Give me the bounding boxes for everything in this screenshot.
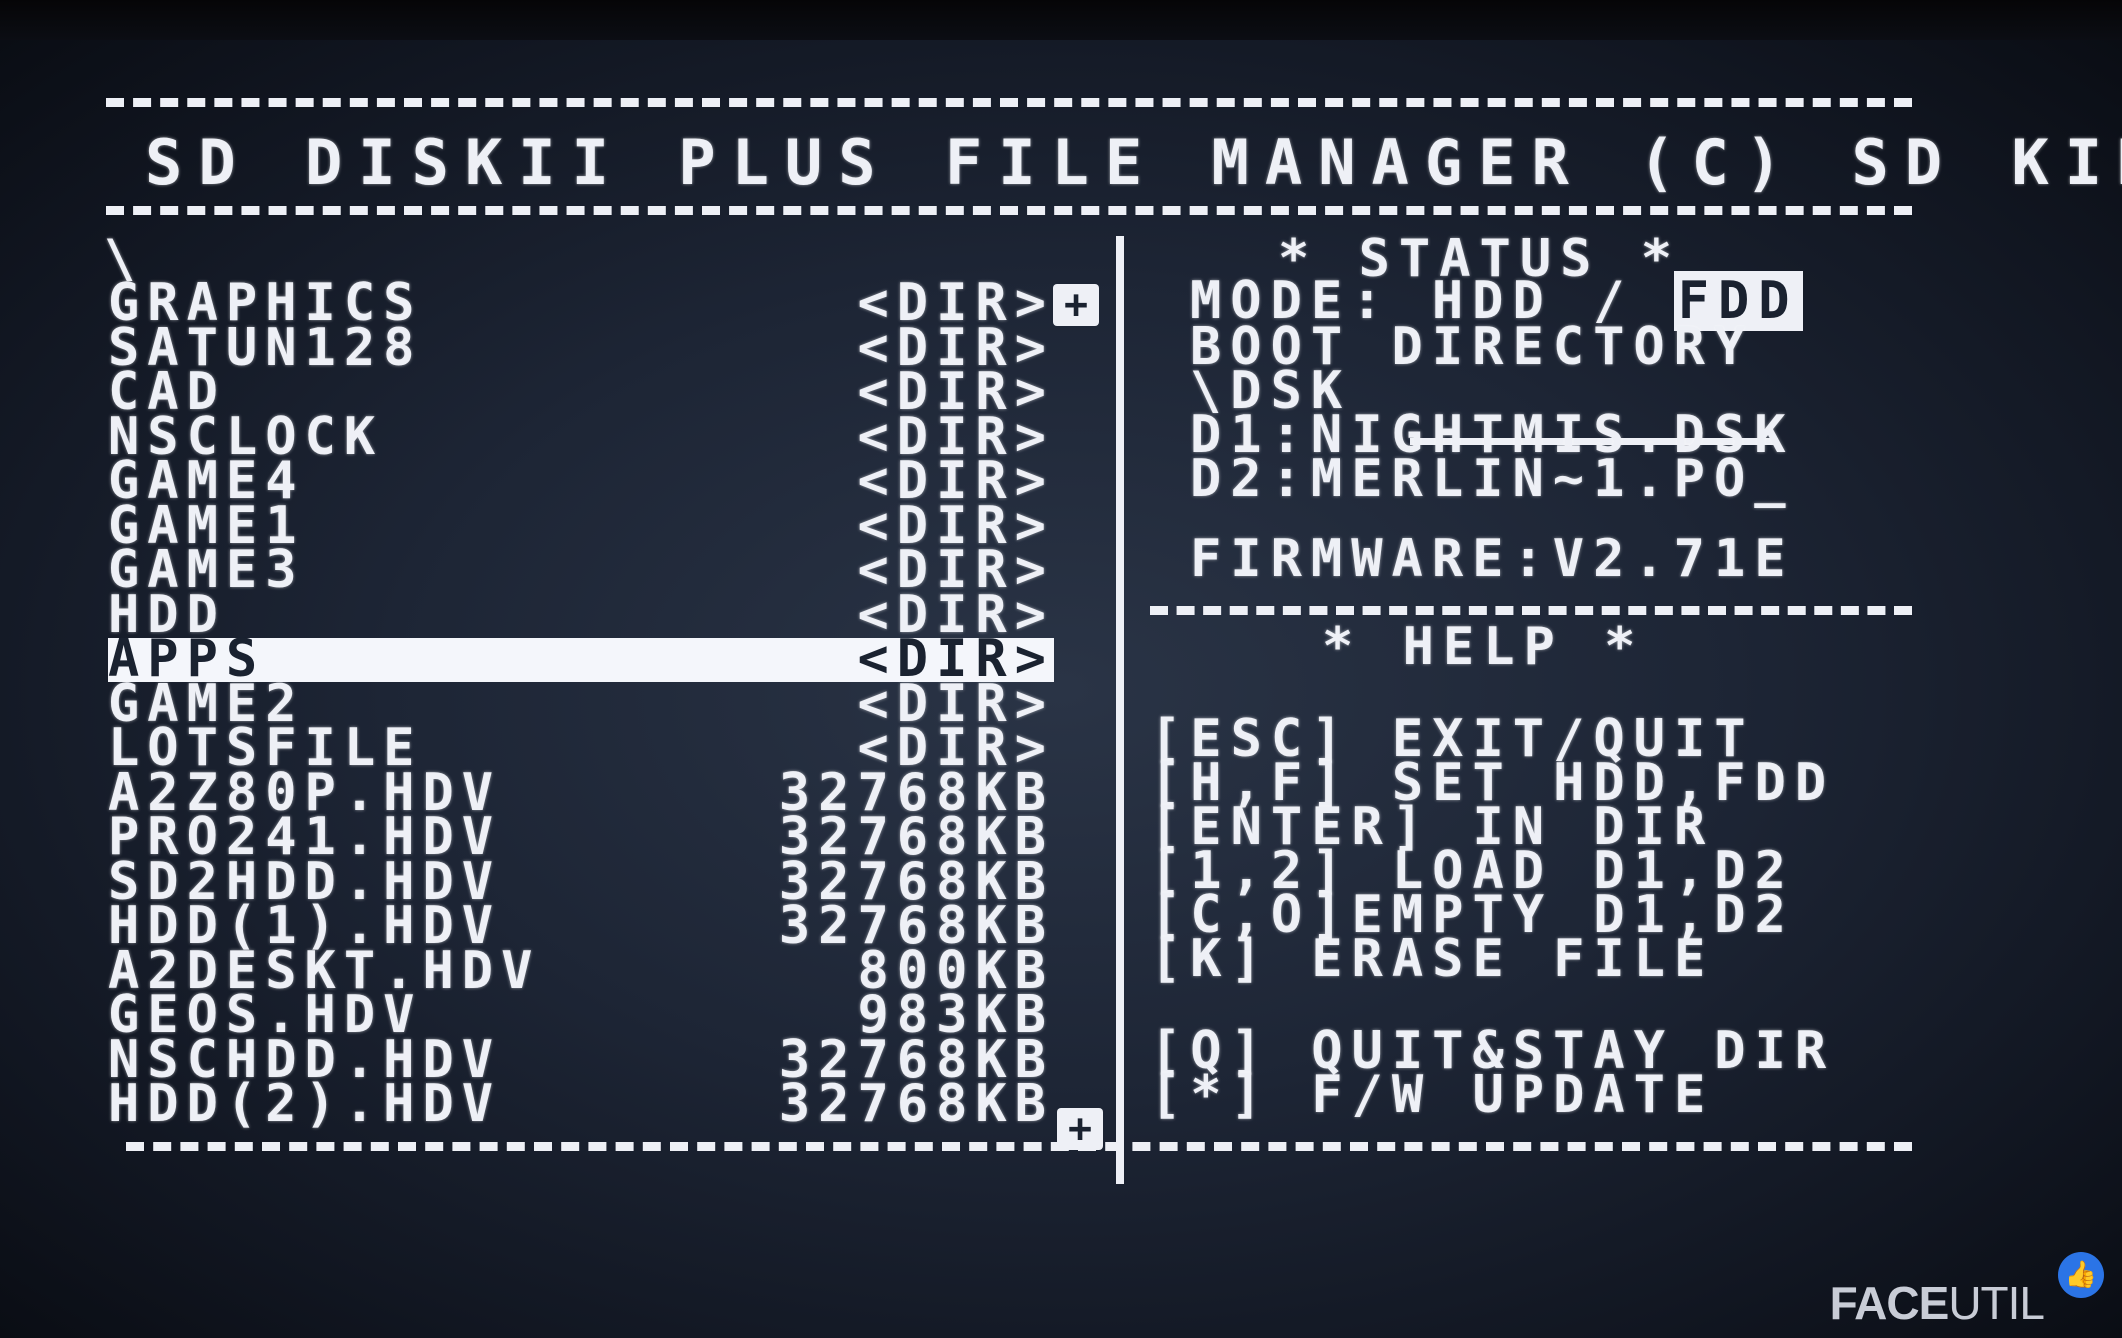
help-line-erase: [K] ERASE FILE bbox=[1150, 929, 1715, 989]
crt-screen: SD DISKII PLUS FILE MANAGER (C) SD KIM \… bbox=[0, 40, 2122, 1338]
file-row[interactable]: HDD(2).HDV 32768KB bbox=[108, 1074, 1054, 1134]
watermark-logo: FACEUTIL bbox=[1829, 1277, 2045, 1329]
title-bottom-divider bbox=[106, 206, 1912, 215]
drive-d2: D2:MERLIN~1.PO_ bbox=[1190, 449, 1795, 509]
title-top-divider bbox=[106, 98, 1912, 107]
file-name: HDD(2).HDV bbox=[108, 1074, 502, 1134]
scroll-up-indicator[interactable]: + bbox=[1053, 284, 1099, 326]
thumbs-up-icon: 👍 bbox=[2058, 1252, 2104, 1298]
status-help-divider bbox=[1150, 606, 1912, 615]
file-size: 32768KB bbox=[778, 1074, 1054, 1134]
help-line-fw-update: [*] F/W UPDATE bbox=[1150, 1065, 1715, 1125]
app-title: SD DISKII PLUS FILE MANAGER (C) SD KIM bbox=[145, 126, 2122, 199]
panel-divider bbox=[1116, 236, 1124, 1184]
firmware-version: FIRMWARE:V2.71E bbox=[1190, 529, 1795, 589]
bottom-divider bbox=[126, 1142, 1912, 1151]
help-heading: * HELP * bbox=[1322, 617, 1645, 677]
